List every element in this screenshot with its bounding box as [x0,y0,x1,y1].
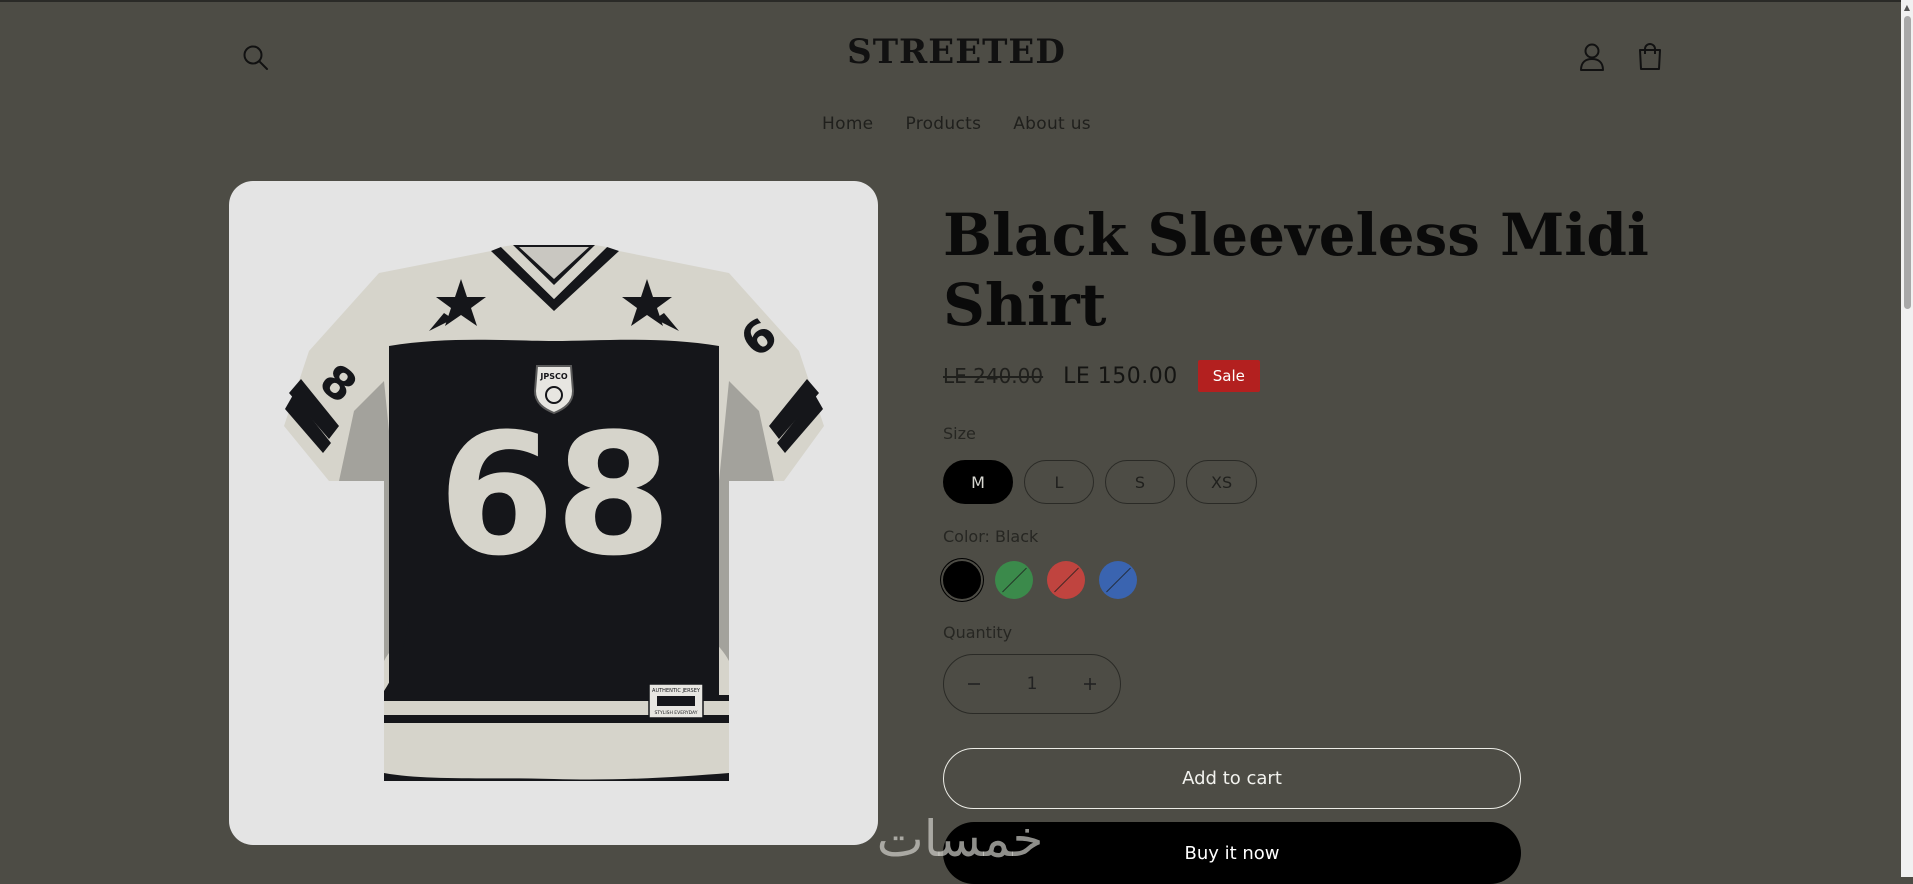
cart-icon[interactable] [1633,40,1667,74]
add-to-cart-button[interactable]: Add to cart [943,748,1521,809]
color-swatch-green[interactable] [995,561,1033,599]
color-label: Color: Black [943,527,1039,546]
quantity-stepper [943,654,1121,714]
nav-home[interactable]: Home [822,114,873,134]
nav-products[interactable]: Products [905,114,981,134]
store-logo[interactable]: STREETED [0,32,1913,72]
unavailable-slash-icon [1106,567,1131,593]
unavailable-slash-icon [1002,567,1027,593]
quantity-decrease-button[interactable] [962,672,986,696]
product-image[interactable]: 8 6 JPSCO 68 AUTHENTIC JERSEY STYLISH EV… [229,181,878,845]
tag-line-1: AUTHENTIC JERSEY [652,688,701,694]
size-selector: M L S XS [943,460,1258,504]
color-swatch-black[interactable] [943,561,981,599]
jersey-number: 68 [438,397,672,593]
top-border [0,0,1913,2]
color-swatch-blue[interactable] [1099,561,1137,599]
jersey-illustration: 8 6 JPSCO 68 AUTHENTIC JERSEY STYLISH EV… [284,245,824,781]
svg-text:خمسات: خمسات [877,810,1044,868]
khamsat-watermark-logo: خمسات [877,810,1044,868]
color-swatch-red[interactable] [1047,561,1085,599]
sale-badge: Sale [1197,360,1260,392]
unavailable-slash-icon [1054,567,1079,593]
scroll-up-arrow-icon[interactable]: ▲ [1901,0,1913,14]
size-option-m[interactable]: M [943,460,1013,504]
size-option-xs[interactable]: XS [1186,460,1258,504]
size-label: Size [943,424,976,443]
sale-price: LE 150.00 [1063,363,1178,389]
price-row: LE 240.00 LE 150.00 Sale [943,360,1260,392]
color-selector [943,561,1137,599]
quantity-increase-button[interactable] [1078,672,1102,696]
regular-price: LE 240.00 [943,364,1044,388]
plus-icon [1084,678,1096,690]
size-option-s[interactable]: S [1105,460,1175,504]
scrollbar-thumb[interactable] [1904,16,1911,309]
quantity-label: Quantity [943,623,1013,642]
tag-line-2: STYLISH EVERYDAY [654,710,697,716]
product-title: Black Sleeveless Midi Shirt [943,201,1649,339]
size-option-l[interactable]: L [1024,460,1094,504]
minus-icon [968,683,980,685]
account-icon[interactable] [1576,40,1608,74]
crest-text: JPSCO [539,372,567,381]
nav-about-us[interactable]: About us [1013,114,1091,134]
main-nav: Home Products About us [0,114,1913,134]
quantity-input[interactable] [1000,673,1064,695]
